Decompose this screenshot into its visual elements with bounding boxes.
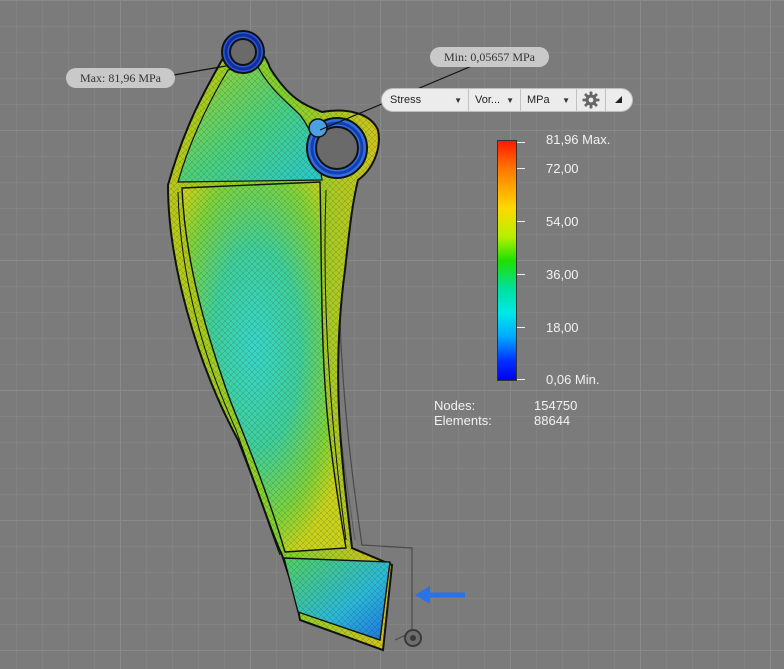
- settings-button[interactable]: [577, 89, 606, 111]
- legend-tick: [517, 327, 525, 328]
- nodes-value: 154750: [534, 398, 578, 413]
- legend-label: 72,00: [546, 161, 579, 176]
- legend-tick: [517, 379, 525, 380]
- top-pin-hole: [229, 38, 257, 66]
- legend-tick: [517, 274, 525, 275]
- legend-label: 54,00: [546, 214, 579, 229]
- legend-label-max: 81,96 Max.: [546, 132, 611, 147]
- elements-label: Elements:: [434, 413, 492, 428]
- model-viewport[interactable]: Max: 81,96 MPa Min: 0,05657 MPa Stress ▼…: [0, 0, 784, 669]
- result-type-dropdown[interactable]: Stress ▼: [382, 89, 469, 111]
- max-callout[interactable]: Max: 81,96 MPa: [66, 68, 175, 88]
- legend-tick: [517, 142, 525, 143]
- arrow-left-icon: [415, 586, 465, 604]
- min-callout[interactable]: Min: 0,05657 MPa: [430, 47, 550, 67]
- legend-color-bar: [497, 140, 517, 381]
- chevron-down-icon: ▼: [506, 95, 514, 105]
- component-dropdown[interactable]: Vor... ▼: [469, 89, 521, 111]
- unit-dropdown[interactable]: MPa ▼: [521, 89, 577, 111]
- component-label: Vor...: [475, 94, 501, 106]
- elements-value: 88644: [534, 413, 571, 428]
- results-toolbar: Stress ▼ Vor... ▼ MPa ▼: [381, 88, 633, 112]
- collapse-button[interactable]: [606, 89, 632, 111]
- legend-tick: [517, 221, 525, 222]
- gear-icon: [582, 91, 600, 109]
- chevron-down-icon: ▼: [454, 95, 462, 105]
- result-type-label: Stress: [390, 94, 422, 106]
- legend-label-min: 0,06 Min.: [546, 372, 600, 387]
- legend-tick: [517, 168, 525, 169]
- legend-label: 18,00: [546, 320, 579, 335]
- constraint-icon[interactable]: [404, 629, 422, 647]
- nodes-label: Nodes:: [434, 398, 476, 413]
- triangle-icon: [615, 96, 622, 103]
- chevron-down-icon: ▼: [562, 95, 570, 105]
- legend-label: 36,00: [546, 267, 579, 282]
- unit-label: MPa: [527, 94, 550, 106]
